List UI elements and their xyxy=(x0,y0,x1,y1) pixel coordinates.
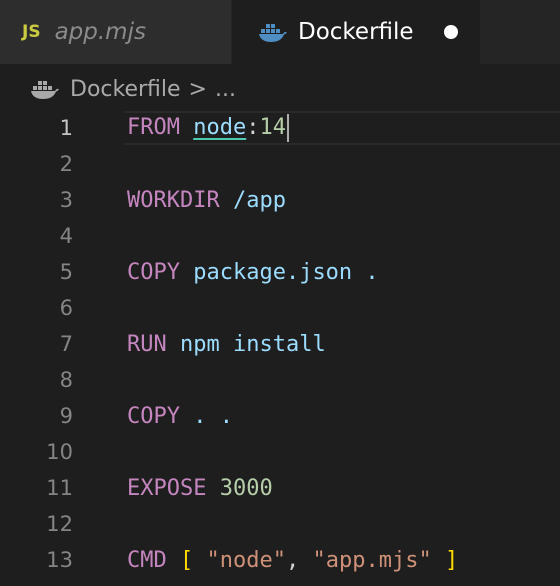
code-line[interactable]: 8 xyxy=(0,362,560,398)
line-number: 2 xyxy=(59,152,73,176)
breadcrumb-file[interactable]: Dockerfile xyxy=(70,77,181,102)
line-number: 4 xyxy=(59,224,73,248)
code-line[interactable]: 12 xyxy=(0,506,560,542)
keyword: WORKDIR xyxy=(127,187,220,213)
line-number: 12 xyxy=(46,512,73,536)
comma: , xyxy=(285,547,300,573)
docker-icon xyxy=(30,78,60,100)
line-number: 8 xyxy=(59,368,73,392)
image-tag: 14 xyxy=(259,115,286,140)
code-line[interactable]: 5 COPY package.json . xyxy=(0,254,560,290)
argument: package.json . xyxy=(193,259,379,285)
code-line[interactable]: 9 COPY . . xyxy=(0,398,560,434)
unsaved-indicator-dot[interactable] xyxy=(443,25,458,39)
line-source: CMD [ "node", "app.mjs" ] xyxy=(127,548,458,573)
breadcrumb-separator: > xyxy=(188,76,207,102)
line-number: 1 xyxy=(59,116,73,140)
keyword: EXPOSE xyxy=(127,475,207,501)
image-name-link[interactable]: node xyxy=(193,115,246,140)
argument: . . xyxy=(193,403,233,429)
line-source: WORKDIR /app xyxy=(127,188,286,213)
line-number: 10 xyxy=(46,440,73,464)
open-bracket: [ xyxy=(180,547,194,573)
tab-dockerfile[interactable]: Dockerfile xyxy=(232,0,480,64)
code-line[interactable]: 1 FROM node:14 xyxy=(0,110,560,146)
code-editor: JS app.mjs Dockerfile Dockerfile > ... 1… xyxy=(0,0,560,586)
js-file-icon: JS xyxy=(22,22,41,42)
code-line[interactable]: 2 xyxy=(0,146,560,182)
code-line[interactable]: 13 CMD [ "node", "app.mjs" ] xyxy=(0,542,560,578)
colon: : xyxy=(246,115,260,140)
string: "node" xyxy=(206,547,286,573)
line-number: 7 xyxy=(59,332,73,356)
argument: npm install xyxy=(180,331,326,357)
line-number: 13 xyxy=(46,548,73,572)
code-line[interactable]: 4 xyxy=(0,218,560,254)
keyword: FROM xyxy=(127,115,180,140)
line-source: FROM node:14 xyxy=(127,114,289,142)
line-number: 11 xyxy=(46,476,73,500)
keyword: CMD xyxy=(127,547,167,573)
code-line[interactable]: 7 RUN npm install xyxy=(0,326,560,362)
close-bracket: ] xyxy=(444,547,459,573)
code-line[interactable]: 6 xyxy=(0,290,560,326)
tab-bar: JS app.mjs Dockerfile xyxy=(0,0,560,64)
line-source: EXPOSE 3000 xyxy=(127,476,273,501)
breadcrumb: Dockerfile > ... xyxy=(30,70,236,108)
code-line[interactable]: 11 EXPOSE 3000 xyxy=(0,470,560,506)
line-source: COPY . . xyxy=(127,404,233,429)
tab-app-mjs[interactable]: JS app.mjs xyxy=(0,0,232,64)
docker-icon xyxy=(258,21,288,43)
line-number: 3 xyxy=(59,188,73,212)
tab-label: app.mjs xyxy=(54,19,146,45)
line-number: 6 xyxy=(59,296,73,320)
keyword: COPY xyxy=(127,403,180,429)
line-number: 5 xyxy=(59,260,73,284)
tab-label: Dockerfile xyxy=(298,19,414,45)
argument: /app xyxy=(232,187,286,213)
line-number: 9 xyxy=(59,404,73,428)
breadcrumb-more[interactable]: ... xyxy=(215,77,236,102)
text-cursor xyxy=(286,114,289,142)
code-line[interactable]: 3 WORKDIR /app xyxy=(0,182,560,218)
code-line[interactable]: 10 xyxy=(0,434,560,470)
keyword: RUN xyxy=(127,331,167,357)
line-source: RUN npm install xyxy=(127,332,326,357)
keyword: COPY xyxy=(127,259,180,285)
argument: 3000 xyxy=(219,475,273,501)
string: "app.mjs" xyxy=(312,547,432,573)
line-source: COPY package.json . xyxy=(127,260,379,285)
code-area[interactable]: 1 FROM node:14 2 3 WORKDIR /app 4 5 COPY… xyxy=(0,110,560,578)
